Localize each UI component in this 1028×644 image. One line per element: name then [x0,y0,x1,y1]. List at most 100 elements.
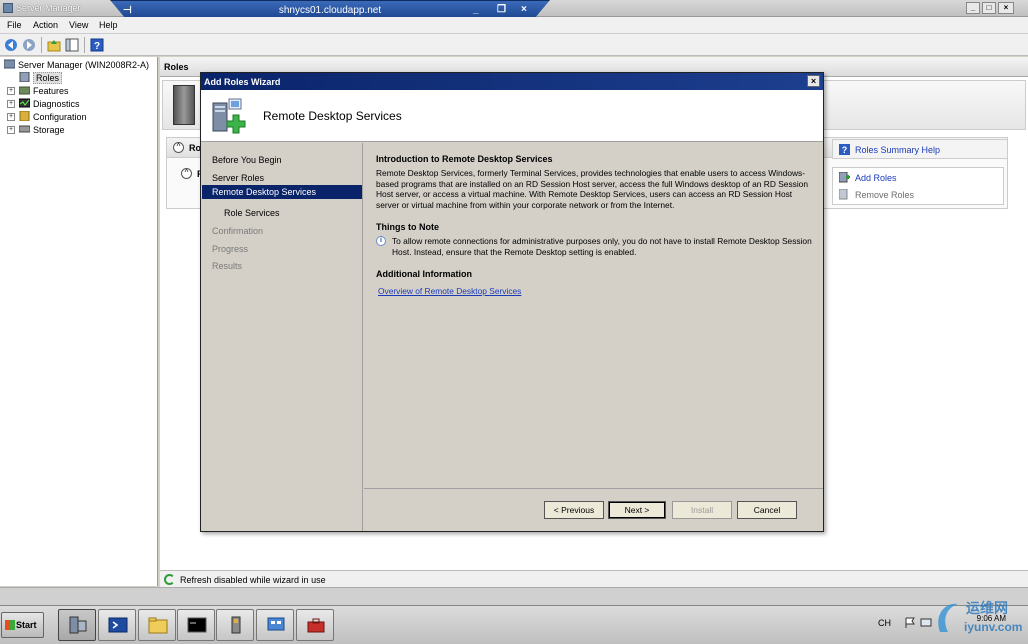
roles-summary-help-link[interactable]: Roles Summary Help [855,145,940,155]
tree-item-label: Roles [33,72,63,84]
tray-language[interactable]: CH [878,618,891,628]
wizard-header: Remote Desktop Services [201,90,823,142]
menu-bar: File Action View Help [0,17,1028,34]
taskbar-toolbox[interactable] [296,609,334,641]
rdp-restore-icon[interactable]: ❐ [497,4,506,15]
nav-confirmation: Confirmation [212,226,264,236]
tree-root-label: Server Manager (WIN2008R2-A) [18,60,150,70]
roles-icon [19,72,30,82]
expand-icon[interactable]: + [7,100,15,108]
tree-item-features[interactable]: Features [19,85,69,97]
info-icon: i [376,236,386,246]
next-button[interactable]: Next > [608,501,666,519]
rdp-minimize-icon[interactable]: _ [473,4,479,15]
add-roles-link[interactable]: Add Roles [855,173,897,183]
collapse-icon[interactable]: ^ [173,142,184,153]
network-tray-icon[interactable] [920,617,932,629]
taskbar-server-manager[interactable] [58,609,96,641]
tree-item-storage[interactable]: Storage [19,124,65,136]
action-center-flag-icon[interactable] [904,617,916,629]
taskbar-network[interactable] [256,609,294,641]
start-button[interactable]: Start [1,612,44,638]
watermark-text-cn: 运维网 [966,600,1008,616]
wizard-footer: < Previous Next > Install Cancel [364,488,823,531]
window-bottom-strip [0,587,1028,605]
show-hide-tree-icon[interactable] [65,38,79,52]
watermark: 运维网 iyunv.com [936,594,1026,642]
taskbar-command-prompt[interactable] [177,609,215,641]
tree-root[interactable]: Server Manager (WIN2008R2-A) [4,59,149,71]
nav-server-roles[interactable]: Server Roles [212,173,264,183]
close-button[interactable]: × [998,2,1014,14]
wizard-close-button[interactable]: × [807,75,820,87]
help-link-bar: ? Roles Summary Help [832,139,1008,159]
toolbar-divider [41,37,42,53]
help-icon: ? [839,144,850,155]
remove-roles-link[interactable]: Remove Roles [855,190,914,200]
configuration-icon [19,111,30,121]
menu-action[interactable]: Action [33,20,58,30]
maximize-button[interactable]: □ [982,2,996,14]
toolbar-divider [84,37,85,53]
expand-icon[interactable]: + [7,87,15,95]
server-icon [4,59,15,69]
intro-text: Remote Desktop Services, formerly Termin… [376,168,808,210]
server-manager-icon [69,616,87,634]
minimize-button[interactable]: _ [966,2,980,14]
menu-view[interactable]: View [69,20,88,30]
menu-file[interactable]: File [7,20,22,30]
tree-item-label: Configuration [33,112,87,122]
command-prompt-icon [187,617,207,633]
previous-button[interactable]: < Previous [544,501,604,519]
tree-item-configuration[interactable]: Configuration [19,111,87,123]
features-icon [19,86,30,95]
network-icon [267,617,285,631]
status-bar: Refresh disabled while wizard in use [160,570,1028,587]
overview-link[interactable]: Overview of Remote Desktop Services [378,286,521,296]
folder-icon [148,617,168,634]
wizard-header-title: Remote Desktop Services [263,109,402,123]
tree-item-label: Storage [33,125,65,135]
nav-results: Results [212,261,243,271]
tree-item-label: Diagnostics [33,99,80,109]
nav-before-you-begin[interactable]: Before You Begin [212,155,282,165]
expand-icon[interactable]: + [7,113,15,121]
note-heading: Things to Note [376,222,439,232]
server-manager-icon [3,3,13,13]
watermark-logo-icon [938,603,958,632]
help-icon[interactable]: ? [90,38,104,52]
tree-item-diagnostics[interactable]: Diagnostics [19,98,80,110]
add-roles-icon [839,172,850,183]
nav-role-services[interactable]: Role Services [224,208,280,218]
start-label: Start [16,620,37,630]
rdp-close-icon[interactable]: × [521,4,527,15]
rdp-host: shnycs01.cloudapp.net [278,5,382,16]
tool-icon [231,616,241,634]
install-button[interactable]: Install [672,501,732,519]
cancel-button[interactable]: Cancel [737,501,797,519]
wizard-nav: Before You Begin Server Roles Remote Des… [201,143,363,531]
storage-icon [19,125,30,133]
menu-help[interactable]: Help [99,20,118,30]
diagnostics-icon [19,98,30,108]
taskbar-tool[interactable] [216,609,254,641]
collapse-icon[interactable]: ^ [181,168,192,179]
navigation-tree: Server Manager (WIN2008R2-A) Roles + Fea… [0,57,158,586]
toolbar: ? [0,34,1028,56]
taskbar-explorer[interactable] [138,609,176,641]
taskbar-powershell[interactable] [98,609,136,641]
server-image-icon [173,85,195,125]
toolbox-icon [307,618,325,633]
nav-selected-label: Remote Desktop Services [212,187,317,197]
tree-item-roles[interactable]: Roles [19,72,63,84]
wizard-title-bar: Add Roles Wizard × [201,73,823,90]
up-folder-icon[interactable] [47,38,61,52]
refresh-icon [164,574,175,585]
tree-item-label: Features [33,86,69,96]
status-text: Refresh disabled while wizard in use [180,575,326,585]
forward-arrow-icon[interactable] [22,38,36,52]
expand-icon[interactable]: + [7,126,15,134]
back-arrow-icon[interactable] [4,38,18,52]
wizard-title: Add Roles Wizard [204,77,281,87]
nav-remote-desktop-services[interactable]: Remote Desktop Services [202,185,362,199]
